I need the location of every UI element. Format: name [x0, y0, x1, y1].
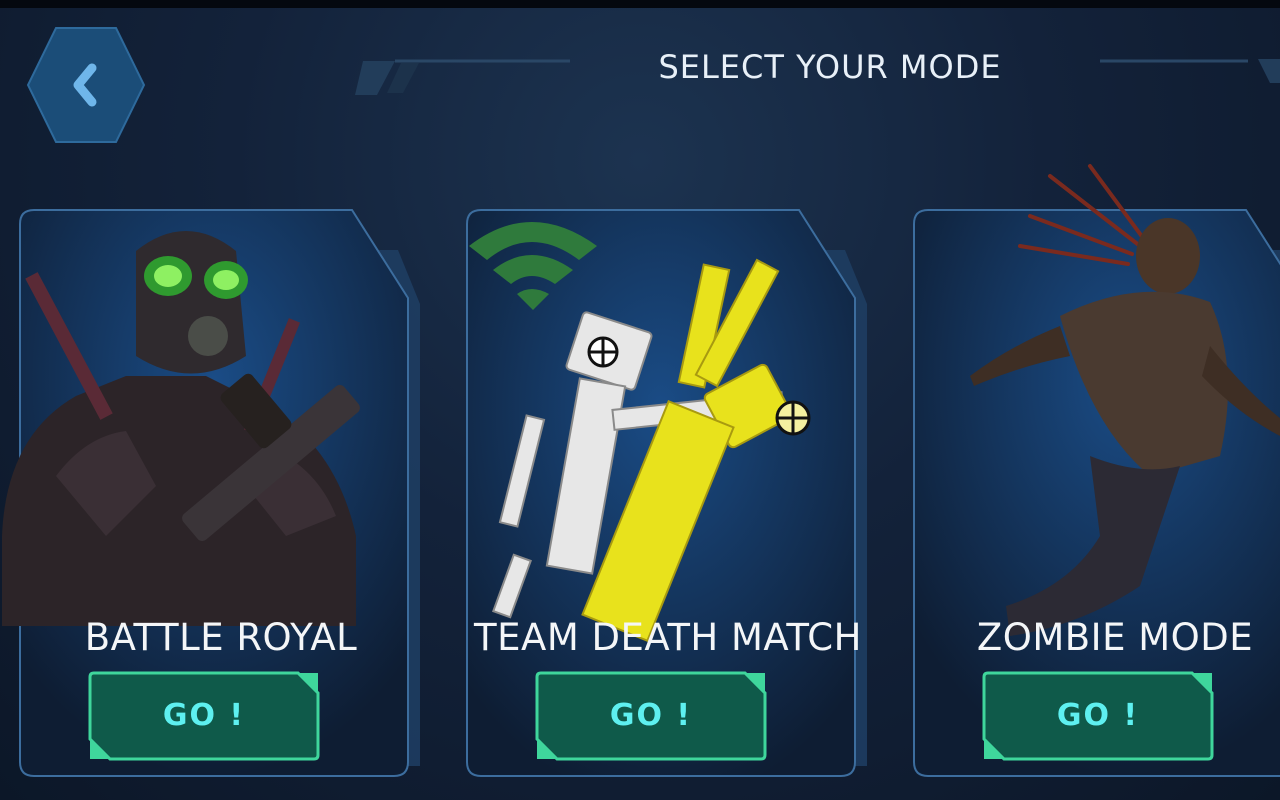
chevron-left-icon	[26, 27, 146, 143]
top-bar	[0, 0, 1280, 8]
mode-card-team-death-match[interactable]: TEAM DEATH MATCH GO !	[463, 206, 873, 780]
go-button-team-death-match[interactable]: GO !	[535, 671, 767, 761]
header-decoration-left	[355, 59, 570, 95]
page-title: SELECT YOUR MODE	[658, 48, 1002, 86]
header-decoration-right	[1100, 59, 1280, 83]
back-button[interactable]	[26, 26, 146, 144]
mode-card-battle-royal[interactable]: BATTLE ROYAL GO !	[2, 206, 426, 780]
mode-card-zombie-mode[interactable]: ZOMBIE MODE GO !	[910, 164, 1280, 780]
wifi-icon	[469, 222, 597, 310]
go-button-zombie-mode[interactable]: GO !	[982, 671, 1214, 761]
mode-label: TEAM DEATH MATCH	[474, 616, 862, 659]
mode-label: ZOMBIE MODE	[976, 616, 1254, 659]
mode-label: BATTLE ROYAL	[84, 616, 358, 659]
go-button-battle-royal[interactable]: GO !	[88, 671, 320, 761]
